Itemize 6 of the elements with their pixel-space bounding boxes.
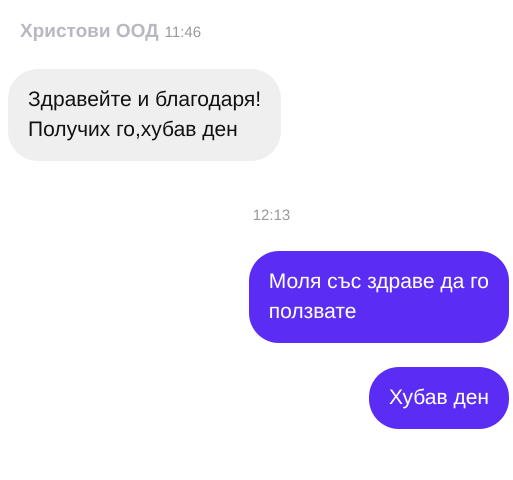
message-bubble: Здравейте и благодаря! Получих го,хубав ден bbox=[8, 68, 282, 160]
timestamp: 11:46 bbox=[164, 23, 202, 43]
timestamp: 12:13 bbox=[252, 206, 290, 226]
message-bubble: Хубав ден bbox=[368, 367, 509, 429]
sender-name: Христови ООД bbox=[20, 20, 159, 44]
message-bubble: Моля със здраве да го ползвате bbox=[248, 251, 509, 343]
